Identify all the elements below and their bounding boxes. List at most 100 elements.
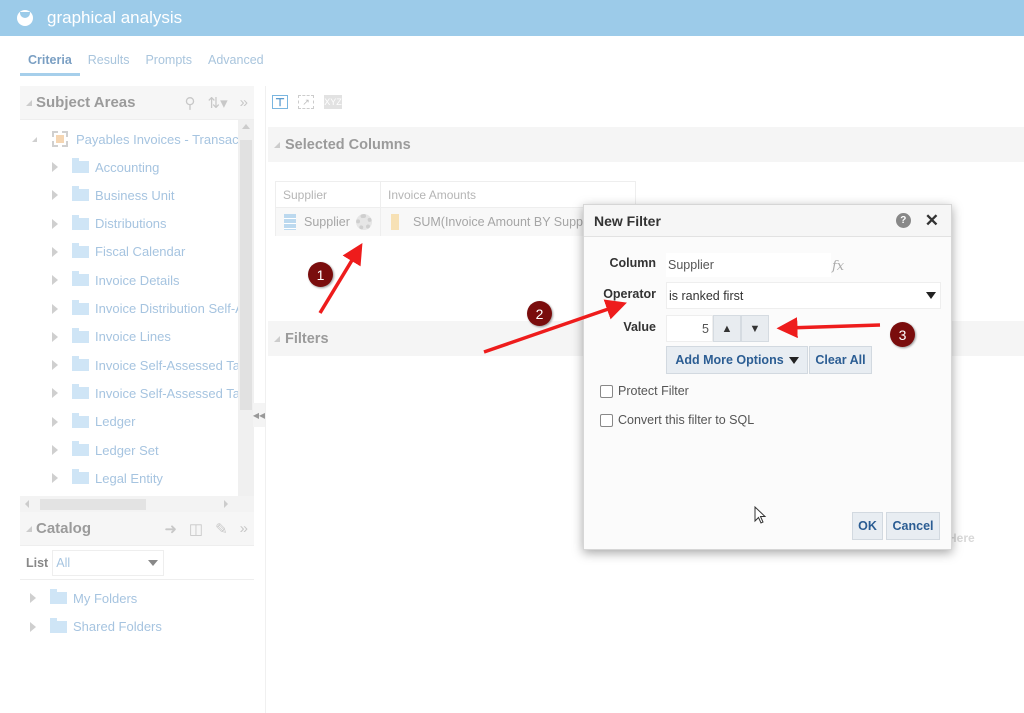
gear-icon[interactable] — [355, 214, 372, 230]
annotation-badge-2: 2 — [527, 301, 552, 326]
search-icon[interactable]: ⚲ — [185, 94, 196, 112]
increment-button[interactable]: ▲ — [713, 315, 741, 342]
vertical-scrollbar[interactable] — [238, 120, 254, 515]
expanded-arrow-icon[interactable] — [32, 136, 37, 142]
catalog-item[interactable]: Shared Folders — [30, 616, 162, 638]
tree-item-label: Fiscal Calendar — [95, 244, 186, 260]
tree-item[interactable]: Distributions — [52, 213, 167, 235]
xyz-icon[interactable]: XYZ — [324, 95, 342, 109]
ok-button[interactable]: OK — [852, 512, 883, 540]
dialog-header: New Filter ? ✕ — [584, 205, 951, 237]
expand-arrow-icon[interactable] — [52, 246, 58, 257]
protect-filter-checkbox[interactable] — [600, 384, 613, 398]
expand-arrow-icon[interactable] — [30, 593, 36, 603]
value-input[interactable]: 5 — [666, 315, 713, 342]
expand-arrow-icon[interactable] — [52, 473, 58, 484]
chart-icon[interactable]: ↗ — [298, 95, 314, 109]
tree-item[interactable]: Invoice Lines — [52, 326, 171, 348]
arrow-right-icon[interactable]: ➜ — [164, 520, 177, 538]
horizontal-scrollbar[interactable] — [20, 496, 254, 512]
expand-arrow-icon[interactable] — [52, 275, 58, 286]
selected-columns-header: Selected Columns — [268, 127, 1024, 162]
column-invoice-amount[interactable]: SUM(Invoice Amount BY Supp — [381, 208, 583, 236]
column-supplier[interactable]: Supplier — [276, 208, 381, 236]
tab-prompts[interactable]: Prompts — [137, 48, 200, 76]
close-icon[interactable]: ✕ — [925, 211, 939, 231]
expand-arrow-icon[interactable] — [52, 388, 58, 399]
operator-label: Operator — [603, 287, 656, 301]
tree-item[interactable]: Ledger Set — [52, 439, 159, 461]
chevron-down-icon — [788, 356, 799, 364]
clear-all-button[interactable]: Clear All — [809, 346, 872, 374]
scroll-right-icon[interactable] — [224, 500, 228, 508]
tree-item[interactable]: Invoice Distribution Self-A — [52, 298, 244, 320]
dialog-title: New Filter — [594, 212, 661, 229]
protect-filter-label: Protect Filter — [618, 384, 689, 398]
convert-sql-label: Convert this filter to SQL — [618, 413, 755, 427]
tab-results[interactable]: Results — [80, 48, 138, 76]
filter-icon[interactable]: ⊤ — [272, 95, 288, 109]
collapse-triangle-icon[interactable] — [26, 525, 32, 532]
measure-icon — [391, 214, 399, 230]
tab-criteria[interactable]: Criteria — [20, 48, 80, 76]
operator-select[interactable]: is ranked first — [666, 282, 941, 309]
collapse-triangle-icon[interactable] — [274, 335, 280, 342]
tree-item[interactable]: Business Unit — [52, 184, 174, 206]
drop-hint: Here — [948, 531, 975, 545]
expand-arrow-icon[interactable] — [52, 303, 58, 314]
tree-item-label: Ledger — [95, 414, 136, 430]
edit-icon[interactable]: ✎ — [215, 520, 228, 538]
selected-columns-table: Supplier Invoice Amounts Supplier SUM(In… — [275, 181, 636, 236]
expand-arrow-icon[interactable] — [30, 621, 36, 632]
expand-panel-icon[interactable]: » — [240, 94, 248, 111]
collapse-triangle-icon[interactable] — [26, 99, 32, 106]
expand-panel-icon[interactable]: » — [240, 520, 248, 537]
tree-item[interactable]: Fiscal Calendar — [52, 241, 185, 263]
sort-icon[interactable]: ⇅▾ — [208, 94, 228, 112]
scroll-thumb[interactable] — [40, 499, 146, 510]
add-more-options-label: Add More Options — [675, 353, 784, 367]
column-field[interactable]: Supplier — [666, 253, 831, 277]
decrement-button[interactable]: ▼ — [741, 315, 769, 342]
column-header-supplier[interactable]: Supplier — [276, 182, 381, 207]
column-label: Column — [609, 256, 656, 270]
add-more-options-button[interactable]: Add More Options — [666, 346, 808, 374]
tree-item[interactable]: Invoice Details — [52, 269, 180, 291]
catalog-item[interactable]: My Folders — [30, 587, 137, 609]
convert-sql-checkbox[interactable] — [600, 413, 613, 427]
tree-item[interactable]: Invoice Self-Assessed Ta — [52, 354, 240, 376]
column-header-invoice-amounts[interactable]: Invoice Amounts — [381, 182, 483, 207]
catalog-item-label: Shared Folders — [73, 619, 162, 634]
expand-arrow-icon[interactable] — [52, 190, 58, 201]
catalog-panel: Catalog ➜ ◫ ✎ » List All My Folders Share… — [20, 512, 254, 650]
analysis-icon — [17, 10, 33, 26]
tab-advanced[interactable]: Advanced — [200, 48, 272, 76]
value-label: Value — [623, 320, 656, 334]
scroll-left-icon[interactable] — [25, 500, 29, 508]
expand-arrow-icon[interactable] — [52, 360, 58, 371]
list-select[interactable]: All — [52, 549, 165, 576]
collapse-panel-handle[interactable]: ◀◀ — [253, 403, 265, 427]
filters-title: Filters — [285, 330, 329, 347]
tree-item[interactable]: Invoice Self-Assessed Ta — [52, 382, 240, 404]
column-supplier-label: Supplier — [304, 215, 350, 229]
scroll-up-icon[interactable] — [242, 124, 250, 129]
help-icon[interactable]: ? — [895, 213, 911, 228]
expand-arrow-icon[interactable] — [52, 445, 58, 455]
expand-arrow-icon[interactable] — [52, 162, 58, 172]
expand-arrow-icon[interactable] — [52, 218, 58, 229]
cancel-button[interactable]: Cancel — [886, 512, 940, 540]
tree-item[interactable]: Ledger — [52, 411, 135, 433]
scroll-thumb[interactable] — [240, 140, 252, 410]
folder-icon — [72, 441, 89, 456]
tree-item[interactable]: Legal Entity — [52, 467, 163, 489]
properties-icon[interactable]: ◫ — [189, 520, 203, 538]
expand-arrow-icon[interactable] — [52, 416, 58, 427]
expand-arrow-icon[interactable] — [52, 331, 58, 342]
tree-root[interactable]: Payables Invoices - Transac — [32, 128, 239, 150]
chevron-down-icon — [926, 292, 936, 299]
app-title: graphical analysis — [47, 8, 183, 27]
tree-item[interactable]: Accounting — [52, 156, 159, 178]
collapse-triangle-icon[interactable] — [274, 141, 280, 148]
formula-icon[interactable]: fx — [832, 259, 844, 274]
